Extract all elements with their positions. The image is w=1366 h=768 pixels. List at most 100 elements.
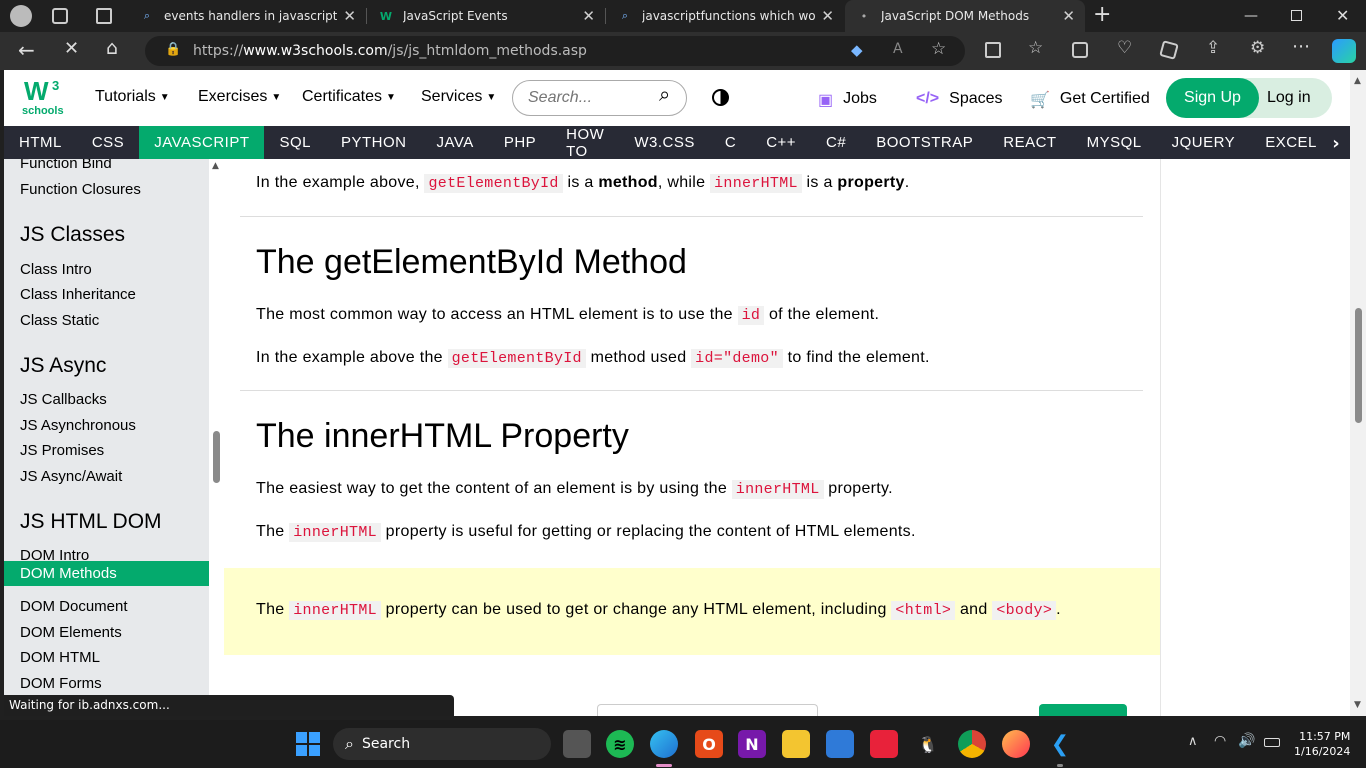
previous-button-partial[interactable] — [597, 704, 818, 716]
sidebar-scrollbar[interactable]: ▲ — [209, 159, 224, 716]
sidebar-item[interactable]: DOM Forms — [20, 675, 102, 692]
nav-services[interactable]: Services ▼ — [421, 88, 496, 106]
get-certified-link[interactable]: 🛒 Get Certified — [1030, 90, 1150, 110]
stop-loading-icon[interactable]: ✕ — [64, 38, 79, 59]
home-icon[interactable]: ⌂ — [106, 37, 118, 59]
read-aloud-icon[interactable]: A — [893, 41, 903, 57]
close-icon[interactable]: ✕ — [582, 7, 595, 25]
sidebar-item[interactable]: Function Closures — [20, 181, 141, 198]
scrollbar-thumb[interactable] — [1355, 308, 1362, 423]
app-icon-penguin[interactable]: 🐧 — [914, 730, 942, 758]
extensions-icon[interactable] — [1159, 40, 1179, 60]
close-icon[interactable]: ✕ — [1062, 7, 1075, 25]
show-hidden-icons-icon[interactable]: ∧ — [1188, 734, 1198, 749]
search-icon[interactable]: ⌕ — [659, 84, 670, 107]
next-button-partial[interactable] — [1039, 704, 1127, 716]
sidebar-item[interactable]: JS Promises — [20, 442, 104, 459]
browser-tab[interactable]: W JavaScript Events ✕ — [367, 0, 605, 32]
subject-nav-item[interactable]: C — [710, 126, 751, 159]
coupon-tag-icon[interactable]: ◆ — [851, 41, 863, 59]
subject-nav-item[interactable]: JAVA — [422, 126, 489, 159]
profile-avatar-icon[interactable] — [10, 5, 32, 27]
edge-icon[interactable] — [650, 730, 678, 758]
office-icon[interactable]: O — [695, 730, 723, 758]
browser-essentials-icon[interactable]: ⚙ — [1250, 38, 1265, 58]
sidebar-item[interactable]: JS Async/Await — [20, 468, 122, 485]
subject-nav-item[interactable]: C# — [811, 126, 861, 159]
browser-tab[interactable]: ⌕ javascriptfunctions which work or ✕ — [606, 0, 844, 32]
subject-nav-item[interactable]: EXCEL — [1250, 126, 1332, 159]
file-explorer-icon[interactable] — [782, 730, 810, 758]
volume-icon[interactable]: 🔊 — [1238, 733, 1255, 749]
log-in-button[interactable]: Log in — [1267, 89, 1311, 107]
jobs-link[interactable]: ▣ Jobs — [818, 90, 877, 110]
microsoft-store-icon[interactable] — [826, 730, 854, 758]
more-options-icon[interactable]: ⋯ — [1292, 36, 1310, 57]
battery-icon[interactable] — [1264, 738, 1280, 747]
subject-nav-item[interactable]: SQL — [264, 126, 326, 159]
subject-nav-item[interactable]: HTML — [4, 126, 77, 159]
subject-nav-item[interactable]: PYTHON — [326, 126, 422, 159]
subject-nav-item[interactable]: C++ — [751, 126, 811, 159]
browser-tab[interactable]: ⌕ events handlers in javascript list ✕ — [128, 0, 366, 32]
app-icon-red[interactable] — [870, 730, 898, 758]
browser-tab-active[interactable]: • JavaScript DOM Methods ✕ — [845, 0, 1085, 32]
close-window-icon[interactable]: ✕ — [1336, 6, 1349, 25]
windows-start-icon[interactable] — [296, 732, 320, 756]
subject-nav-item[interactable]: MYSQL — [1072, 126, 1157, 159]
split-screen-icon[interactable] — [985, 42, 1001, 58]
clock[interactable]: 11:57 PM 1/16/2024 — [1294, 729, 1350, 759]
page-scrollbar[interactable]: ▲ ▼ — [1350, 70, 1366, 716]
sidebar-item[interactable]: DOM Document — [20, 598, 128, 615]
sidebar-item[interactable]: JS Callbacks — [20, 391, 107, 408]
workspaces-icon[interactable] — [52, 8, 68, 24]
share-icon[interactable]: ⇪ — [1206, 38, 1220, 58]
nav-certificates[interactable]: Certificates ▼ — [302, 88, 396, 106]
close-icon[interactable]: ✕ — [343, 7, 356, 25]
dark-mode-toggle-icon[interactable] — [712, 89, 729, 106]
subject-nav-item[interactable]: HOW TO — [551, 126, 619, 160]
task-view-icon[interactable] — [563, 730, 591, 758]
wifi-icon[interactable]: ◠ — [1214, 733, 1226, 749]
tab-actions-icon[interactable] — [96, 8, 112, 24]
subject-nav-item[interactable]: REACT — [988, 126, 1071, 159]
restore-icon[interactable] — [1291, 10, 1302, 21]
taskbar-search[interactable]: ⌕ Search — [333, 728, 551, 760]
spotify-icon[interactable]: ≋ — [606, 730, 634, 758]
w3schools-logo[interactable]: W 3 schools — [22, 76, 64, 118]
address-bar[interactable]: 🔒 https://www.w3schools.com/js/js_htmldo… — [145, 36, 965, 66]
subject-nav-item[interactable]: W3.CSS — [619, 126, 710, 159]
close-icon[interactable]: ✕ — [821, 7, 834, 25]
site-search[interactable]: ⌕ — [512, 80, 687, 116]
nav-tutorials[interactable]: Tutorials ▼ — [95, 88, 170, 106]
sidebar-item[interactable]: JS Asynchronous — [20, 417, 136, 434]
sidebar-item[interactable]: Class Intro — [20, 261, 92, 278]
sidebar-item[interactable]: Class Static — [20, 312, 99, 329]
scroll-up-arrow-icon[interactable]: ▲ — [212, 161, 219, 171]
firefox-icon[interactable] — [1002, 730, 1030, 758]
performance-icon[interactable]: ♡ — [1117, 38, 1132, 58]
onenote-icon[interactable]: N — [738, 730, 766, 758]
nav-exercises[interactable]: Exercises ▼ — [198, 88, 281, 106]
spaces-link[interactable]: </> Spaces — [916, 90, 1003, 108]
back-icon[interactable]: ← — [18, 38, 35, 62]
subject-nav-item[interactable]: JAVASCRIPT — [139, 126, 265, 159]
collections-icon[interactable] — [1072, 42, 1088, 58]
sidebar-item[interactable]: DOM Elements — [20, 624, 122, 641]
scrollbar-thumb[interactable] — [213, 431, 220, 483]
subject-nav-item[interactable]: JQUERY — [1157, 126, 1251, 159]
subject-nav-item[interactable]: BOOTSTRAP — [861, 126, 988, 159]
copilot-icon[interactable] — [1332, 39, 1356, 63]
search-input[interactable] — [528, 89, 648, 107]
sign-up-button[interactable]: Sign Up — [1166, 78, 1259, 118]
chevron-right-icon[interactable]: › — [1322, 131, 1350, 155]
scroll-up-arrow-icon[interactable]: ▲ — [1354, 76, 1361, 86]
subject-nav-item[interactable]: CSS — [77, 126, 139, 159]
sidebar-item[interactable]: DOM HTML — [20, 649, 100, 666]
new-tab-button[interactable]: + — [1093, 2, 1111, 27]
favorites-icon[interactable]: ☆ — [1028, 38, 1043, 58]
chrome-icon[interactable] — [958, 730, 986, 758]
minimize-icon[interactable]: — — [1244, 8, 1258, 24]
sidebar-item[interactable]: Class Inheritance — [20, 286, 136, 303]
sidebar-item[interactable]: Function Bind — [20, 159, 112, 172]
